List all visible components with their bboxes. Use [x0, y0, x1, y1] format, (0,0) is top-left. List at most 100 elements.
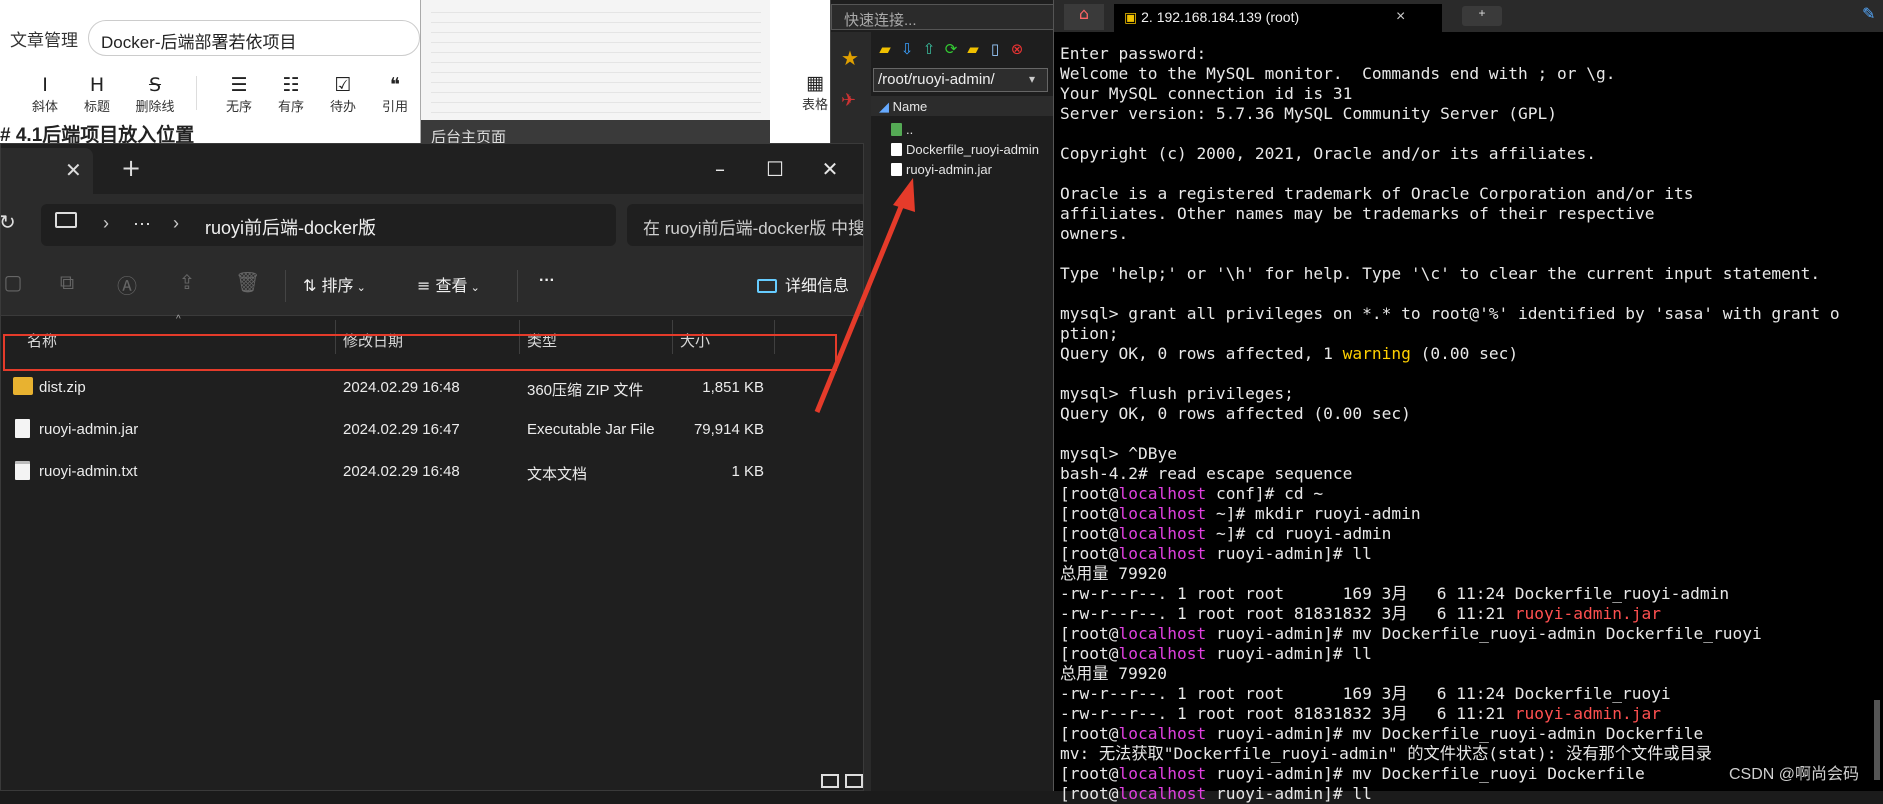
explorer-tab[interactable]: ✕ — [1, 148, 93, 194]
session-tab[interactable]: ▣ 2. 192.168.184.139 (root) × — [1114, 4, 1442, 32]
heading-button[interactable]: H 标题 — [74, 74, 120, 115]
address-bar-row: ↻ › ··· › ruoyi前后端-docker版 › 在 ruoyi前后端-… — [1, 194, 863, 256]
folder-icon[interactable]: ▰ — [875, 40, 895, 60]
sftp-item-jar[interactable]: ruoyi-admin.jar — [891, 162, 992, 177]
disconnect-icon[interactable]: ✈ — [841, 90, 856, 111]
remote-path-input[interactable]: /root/ruoyi-admin/ — [873, 68, 1048, 92]
refresh-icon[interactable]: ↻ — [1, 210, 16, 234]
explorer-tab-bar: ✕ + – ☐ ✕ — [1, 144, 863, 194]
sftp-toolbar: ▰ ⇩ ⇧ ⟳ ▰ ▯ ⊗ — [873, 40, 1053, 64]
chevron-down-icon[interactable]: ▾ — [1029, 72, 1035, 86]
rename-icon[interactable]: Ⓐ — [115, 270, 139, 298]
hostname-text: localhost — [1118, 644, 1207, 663]
chevron-right-icon[interactable]: › — [363, 213, 369, 234]
close-tab-button[interactable]: × — [1396, 8, 1405, 26]
minimize-button[interactable]: – — [691, 152, 749, 186]
command-divider — [517, 270, 518, 302]
file-row-dist-zip[interactable]: dist.zip 2024.02.29 16:48 360压缩 ZIP 文件 1… — [1, 368, 863, 406]
download-icon[interactable]: ⇩ — [897, 40, 917, 60]
details-pane-button[interactable]: 详细信息 — [757, 272, 849, 296]
file-size: 79,914 KB — [693, 421, 764, 438]
quick-connect-input[interactable]: 快速连接... — [831, 4, 1054, 30]
sftp-item-dockerfile[interactable]: Dockerfile_ruoyi-admin — [891, 142, 1039, 157]
tiles-view-icon[interactable] — [845, 774, 863, 788]
home-icon: ⌂ — [1078, 4, 1090, 23]
cut-icon[interactable]: ▢ — [1, 270, 25, 294]
unordered-list-button[interactable]: ☰ 无序 — [216, 74, 262, 115]
todo-button[interactable]: ☑ 待办 — [320, 74, 366, 115]
delete-icon[interactable]: ⊗ — [1007, 40, 1027, 60]
terminal-line: Your MySQL connection id is 31 — [1060, 84, 1353, 103]
breadcrumb[interactable]: 文章管理 — [10, 26, 78, 51]
view-button[interactable]: ≡ 查看 ⌄ — [417, 272, 480, 296]
terminal-line: ption; — [1060, 324, 1119, 343]
close-button[interactable]: ✕ — [801, 152, 859, 186]
details-view-icon[interactable] — [821, 774, 839, 788]
file-size: 1 KB — [731, 463, 764, 480]
new-tab-icon[interactable]: + — [121, 154, 141, 182]
quote-button[interactable]: ❝ 引用 — [372, 74, 418, 115]
delete-icon[interactable]: 🗑 — [235, 270, 260, 294]
new-tab-button[interactable]: + — [1462, 6, 1502, 26]
terminal-line: [root@localhost ruoyi-admin]# mv Dockerf… — [1060, 724, 1704, 743]
file-name: ruoyi-admin.txt — [39, 463, 138, 480]
text-file-icon — [15, 461, 30, 480]
sort-button[interactable]: ⇅ 排序 ⌄ — [303, 272, 366, 296]
terminal-line: [root@localhost conf]# cd ~ — [1060, 484, 1324, 503]
more-options-button[interactable]: ··· — [539, 272, 555, 290]
close-icon: ✕ — [821, 157, 839, 181]
details-pane-icon — [757, 279, 777, 293]
thumbnail-row — [431, 64, 761, 73]
star-icon[interactable]: ★ — [841, 46, 859, 70]
thumbnail-row — [431, 84, 761, 93]
terminal-line: [root@localhost ~]# cd ruoyi-admin — [1060, 524, 1392, 543]
new-folder-icon[interactable]: ▰ — [963, 40, 983, 60]
thumbnail-row — [431, 14, 761, 23]
hostname-text: localhost — [1118, 624, 1207, 643]
breadcrumb-overflow[interactable]: ··· — [133, 213, 151, 234]
file-date: 2024.02.29 16:48 — [343, 379, 460, 396]
thumbnail-row — [431, 44, 761, 53]
sftp-item-parent[interactable]: .. — [891, 122, 913, 137]
terminal-line: affiliates. Other names may be trademark… — [1060, 204, 1655, 223]
terminal-line: mysql> grant all privileges on *.* to ro… — [1060, 304, 1840, 323]
refresh-icon[interactable]: ⟳ — [941, 40, 961, 60]
address-bar[interactable]: › ··· › ruoyi前后端-docker版 › — [41, 204, 616, 246]
strikethrough-button[interactable]: S 删除线 — [132, 74, 178, 115]
terminal-scrollbar[interactable] — [1874, 700, 1880, 780]
new-file-icon[interactable]: ▯ — [985, 40, 1005, 60]
copy-icon[interactable]: ⧉ — [55, 270, 79, 294]
share-icon[interactable]: ⇪ — [175, 270, 199, 294]
file-row-ruoyi-admin-txt[interactable]: ruoyi-admin.txt 2024.02.29 16:48 文本文档 1 … — [1, 452, 863, 490]
article-title-input[interactable]: Docker-后端部署若依项目 — [88, 20, 420, 56]
name-column-header[interactable]: ◢ Name — [871, 96, 1054, 116]
close-tab-icon[interactable]: ✕ — [65, 158, 82, 182]
parent-folder-icon — [891, 123, 902, 136]
terminal-line: -rw-r--r--. 1 root root 81831832 3月 6 11… — [1060, 604, 1661, 623]
sort-icon: ⇅ — [303, 276, 322, 295]
hostname-text: localhost — [1118, 524, 1207, 543]
bulleted-list-icon: ☰ — [230, 74, 248, 96]
upload-icon[interactable]: ⇧ — [919, 40, 939, 60]
terminal-line: [root@localhost ruoyi-admin]# ll — [1060, 544, 1372, 563]
file-icon — [891, 143, 902, 156]
file-row-ruoyi-admin-jar[interactable]: ruoyi-admin.jar 2024.02.29 16:47 Executa… — [1, 410, 863, 448]
attach-icon[interactable]: ✎ — [1862, 4, 1875, 23]
terminal-line: Welcome to the MySQL monitor. Commands e… — [1060, 64, 1616, 83]
search-input[interactable]: 在 ruoyi前后端-docker版 中搜索 — [627, 204, 863, 246]
numbered-list-icon: ☷ — [282, 74, 300, 96]
italic-button[interactable]: I 斜体 — [22, 74, 68, 115]
sort-ascending-icon: ^ — [176, 314, 181, 325]
browser-thumbnail: 后台主页面 — [420, 0, 770, 145]
home-tab[interactable]: ⌂ — [1064, 4, 1104, 30]
breadcrumb-current-folder[interactable]: ruoyi前后端-docker版 — [173, 214, 376, 240]
ordered-list-button[interactable]: ☷ 有序 — [268, 74, 314, 115]
terminal-window: ⌂ ▣ 2. 192.168.184.139 (root) × + ✎ Ente… — [1053, 0, 1883, 803]
command-bar: ▢ ⧉ Ⓐ ⇪ 🗑 ⇅ 排序 ⌄ ≡ 查看 ⌄ ··· 详细信息 — [1, 256, 863, 316]
terminal-output[interactable]: Enter password: Welcome to the MySQL moni… — [1060, 44, 1878, 804]
maximize-button[interactable]: ☐ — [746, 152, 804, 186]
hostname-text: localhost — [1118, 544, 1207, 563]
